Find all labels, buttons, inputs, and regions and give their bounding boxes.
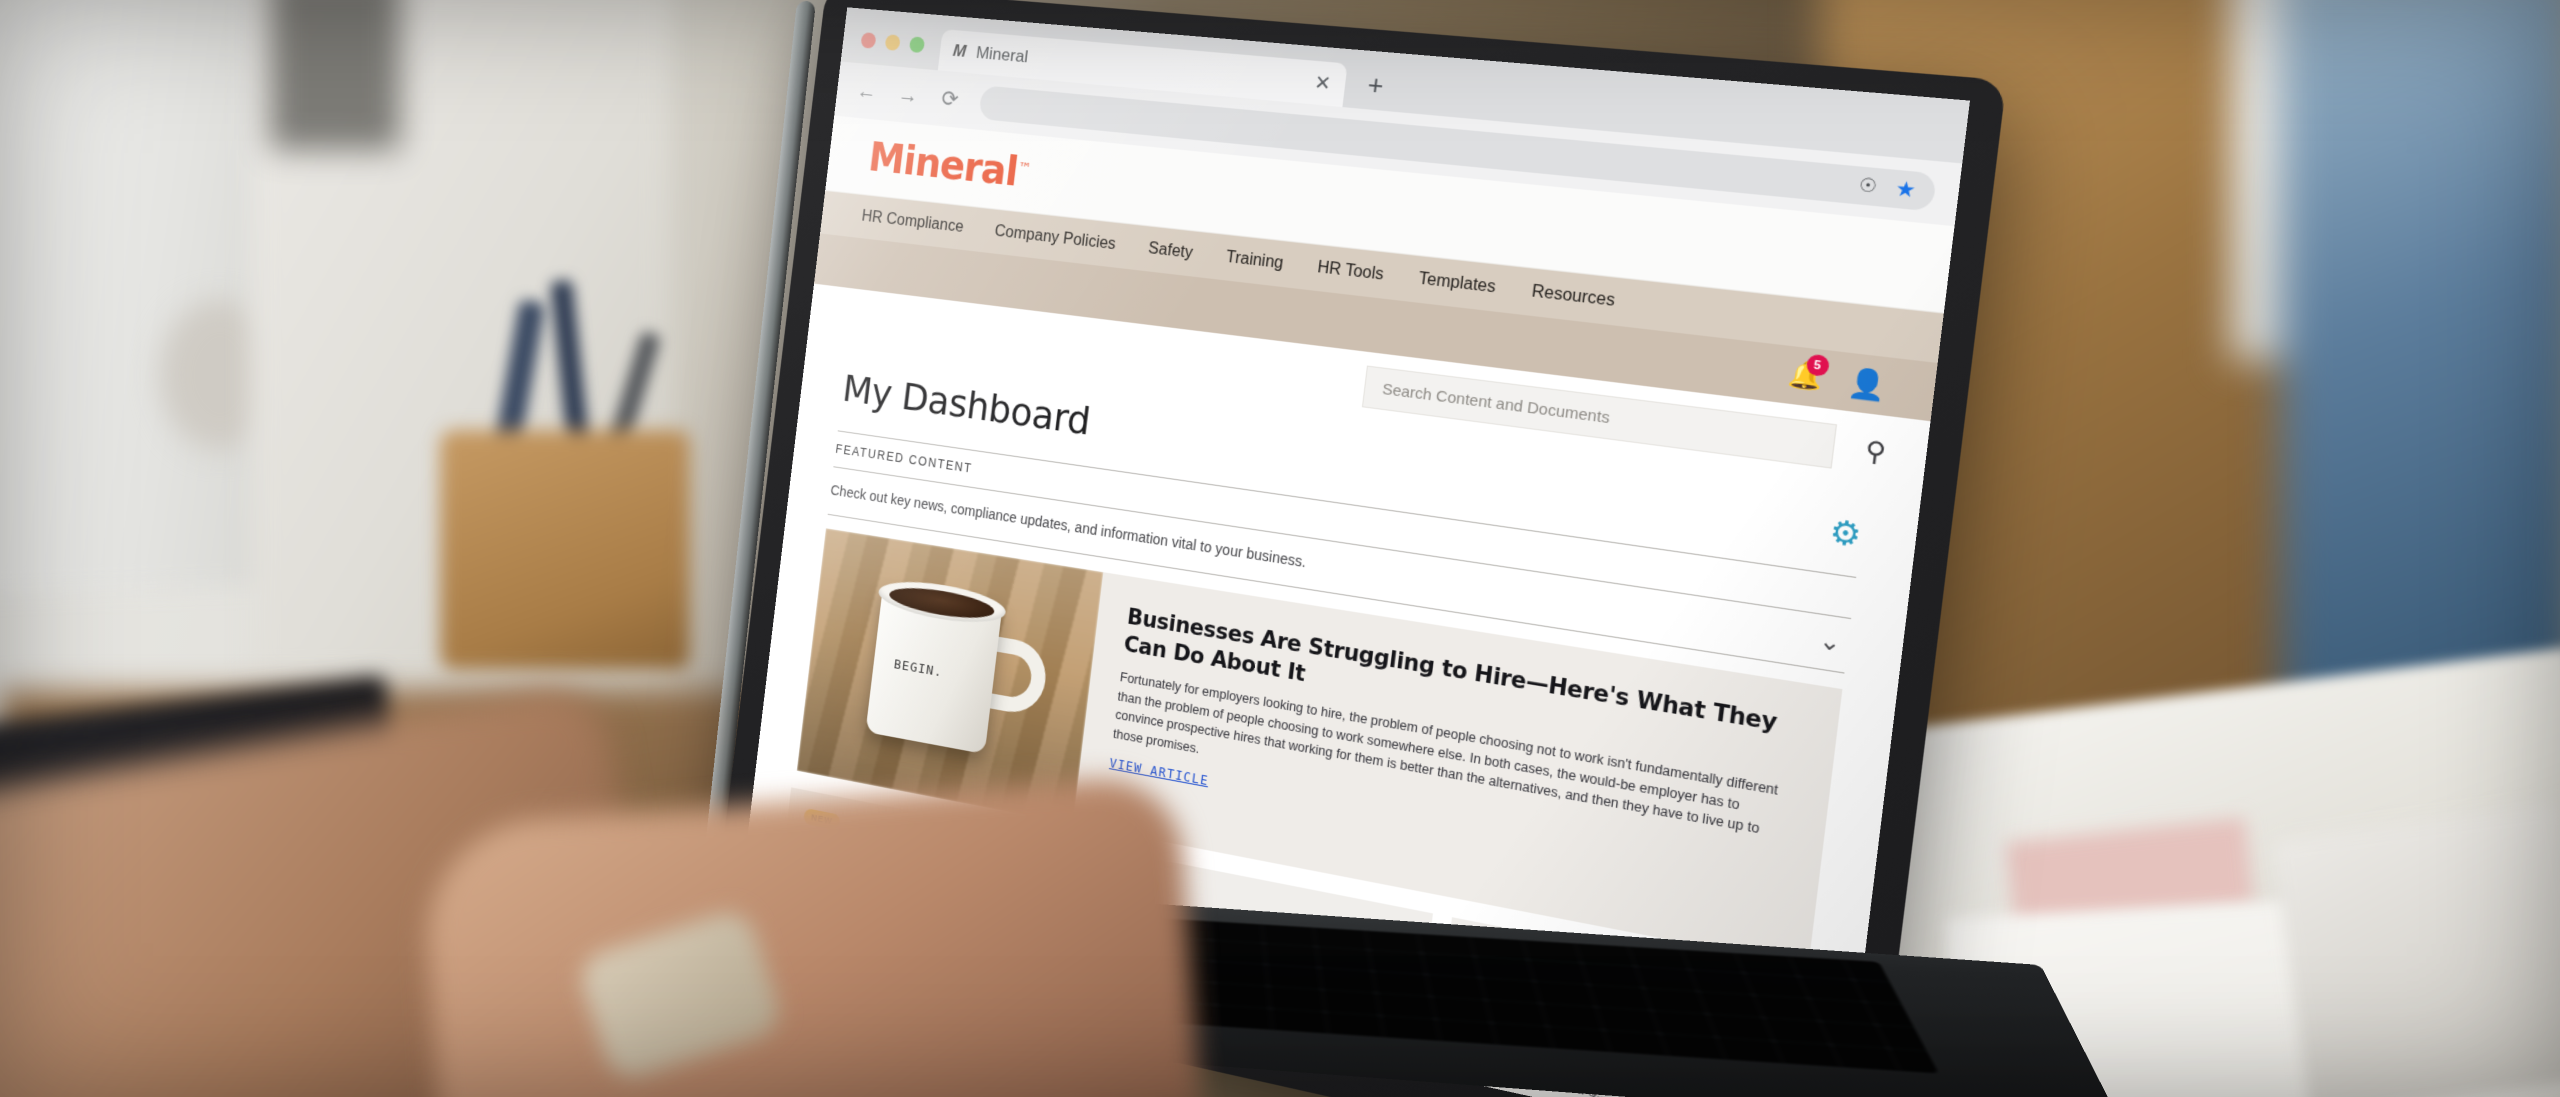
tab-favicon: M [951,41,968,61]
foreground-hand [419,773,1201,1097]
close-tab-icon[interactable]: ✕ [1313,71,1332,96]
background-tablet [2271,801,2560,1097]
zoom-out-icon[interactable]: ☉ [1858,174,1878,198]
back-icon[interactable]: ← [854,78,880,105]
reload-icon[interactable]: ⟳ [937,85,964,113]
nav-item-resources[interactable]: Resources [1531,283,1616,312]
nav-item-training[interactable]: Training [1225,248,1284,273]
search-placeholder: Search Content and Documents [1381,379,1611,427]
chevron-down-icon[interactable]: ⌄ [1818,626,1850,659]
logo-trademark: ™ [1017,159,1032,177]
minimize-window-button[interactable] [884,34,901,51]
nav-item-safety[interactable]: Safety [1147,240,1193,263]
search-icon[interactable]: ⚲ [1863,434,1888,469]
nav-item-hr-compliance[interactable]: HR Compliance [861,208,965,237]
background-dark-panel [270,0,400,150]
close-window-button[interactable] [860,32,877,49]
logo-text: Mineral [866,134,1021,196]
background-pen-cup [440,430,690,670]
avatar-icon[interactable]: 👤 [1847,365,1889,404]
settings-gear-icon[interactable]: ⚙ [1827,513,1864,556]
maximize-window-button[interactable] [908,36,926,54]
featured-image: BEGIN. [796,528,1104,825]
forward-icon[interactable]: → [895,81,922,109]
background-person-jeans [2280,0,2560,740]
nav-item-hr-tools[interactable]: HR Tools [1316,259,1384,285]
nav-item-company-policies[interactable]: Company Policies [994,223,1117,255]
photo-scene: M Mineral ✕ + ← → ⟳ ☉ ★ Mineral™ HR Comp… [0,0,2560,1097]
mineral-logo[interactable]: Mineral™ [866,134,1032,196]
notifications-button[interactable]: 🔔 5 [1787,353,1830,395]
bookmark-star-icon[interactable]: ★ [1894,176,1917,204]
nav-item-templates[interactable]: Templates [1418,270,1497,298]
new-tab-button[interactable]: + [1342,67,1406,113]
